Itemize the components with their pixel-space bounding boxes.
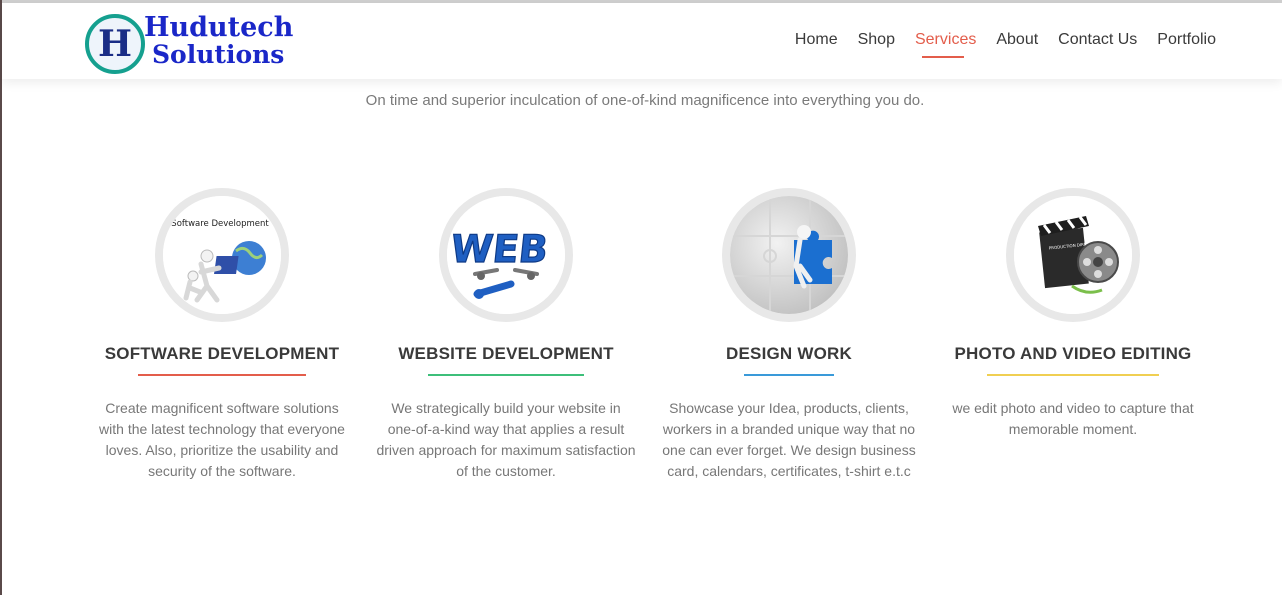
software-image-caption: Software Development bbox=[171, 219, 269, 229]
service-website-development: WEB WEBSITE DEVELOPMENT We strategically… bbox=[376, 188, 636, 482]
service-image-frame: Software Development bbox=[155, 188, 289, 322]
service-title: WEBSITE DEVELOPMENT bbox=[398, 344, 614, 363]
website-development-image: WEB bbox=[447, 196, 565, 314]
web-image-caption: WEB bbox=[449, 227, 550, 271]
nav-shop[interactable]: Shop bbox=[858, 31, 895, 57]
service-description: we edit photo and video to capture that … bbox=[952, 400, 1194, 437]
main-nav: Home Shop Services About Contact Us Port… bbox=[795, 31, 1216, 58]
service-description: We strategically build your website in o… bbox=[376, 400, 636, 479]
design-work-puzzle-image bbox=[730, 196, 848, 314]
logo-letter: H bbox=[97, 23, 132, 65]
service-description: Create magnificent software solutions wi… bbox=[99, 400, 345, 479]
nav-home[interactable]: Home bbox=[795, 31, 838, 57]
brand-name-line1: Hudutech bbox=[144, 12, 294, 43]
service-title: DESIGN WORK bbox=[726, 344, 852, 363]
services-tagline: On time and superior inculcation of one-… bbox=[365, 92, 925, 109]
nav-about[interactable]: About bbox=[996, 31, 1038, 57]
service-image-frame: PRODUCTION DIRECTOR CAMERA DATE bbox=[1006, 188, 1140, 322]
service-title: PHOTO AND VIDEO EDITING bbox=[954, 344, 1192, 363]
service-photo-video-editing: PRODUCTION DIRECTOR CAMERA DATE PHOTO AN… bbox=[943, 188, 1203, 440]
service-design-work: DESIGN WORK Showcase your Idea, products… bbox=[659, 188, 919, 482]
service-description: Showcase your Idea, products, clients, w… bbox=[662, 400, 916, 479]
service-software-development: Software Development SOFTWARE DEVELOPMEN… bbox=[92, 188, 352, 482]
left-border bbox=[0, 0, 2, 595]
title-underline bbox=[428, 374, 584, 376]
title-underline bbox=[987, 374, 1159, 376]
photo-video-clapperboard-image: PRODUCTION DIRECTOR CAMERA DATE bbox=[1014, 196, 1132, 314]
brand-name-line2: Solutions bbox=[152, 40, 285, 69]
nav-portfolio[interactable]: Portfolio bbox=[1157, 31, 1216, 57]
nav-services[interactable]: Services bbox=[915, 31, 976, 58]
service-title: SOFTWARE DEVELOPMENT bbox=[104, 344, 340, 363]
logo-text: Hudutech Solutions bbox=[144, 14, 293, 68]
service-image-frame bbox=[722, 188, 856, 322]
logo-mark-icon: H bbox=[85, 14, 145, 74]
title-underline bbox=[138, 374, 306, 376]
software-development-image: Software Development bbox=[163, 196, 281, 314]
service-image-frame: WEB bbox=[439, 188, 573, 322]
nav-contact-us[interactable]: Contact Us bbox=[1058, 31, 1137, 57]
site-logo[interactable]: H Hudutech Solutions bbox=[82, 12, 312, 76]
site-header: H Hudutech Solutions Home Shop Services … bbox=[2, 3, 1282, 79]
title-underline bbox=[744, 374, 834, 376]
